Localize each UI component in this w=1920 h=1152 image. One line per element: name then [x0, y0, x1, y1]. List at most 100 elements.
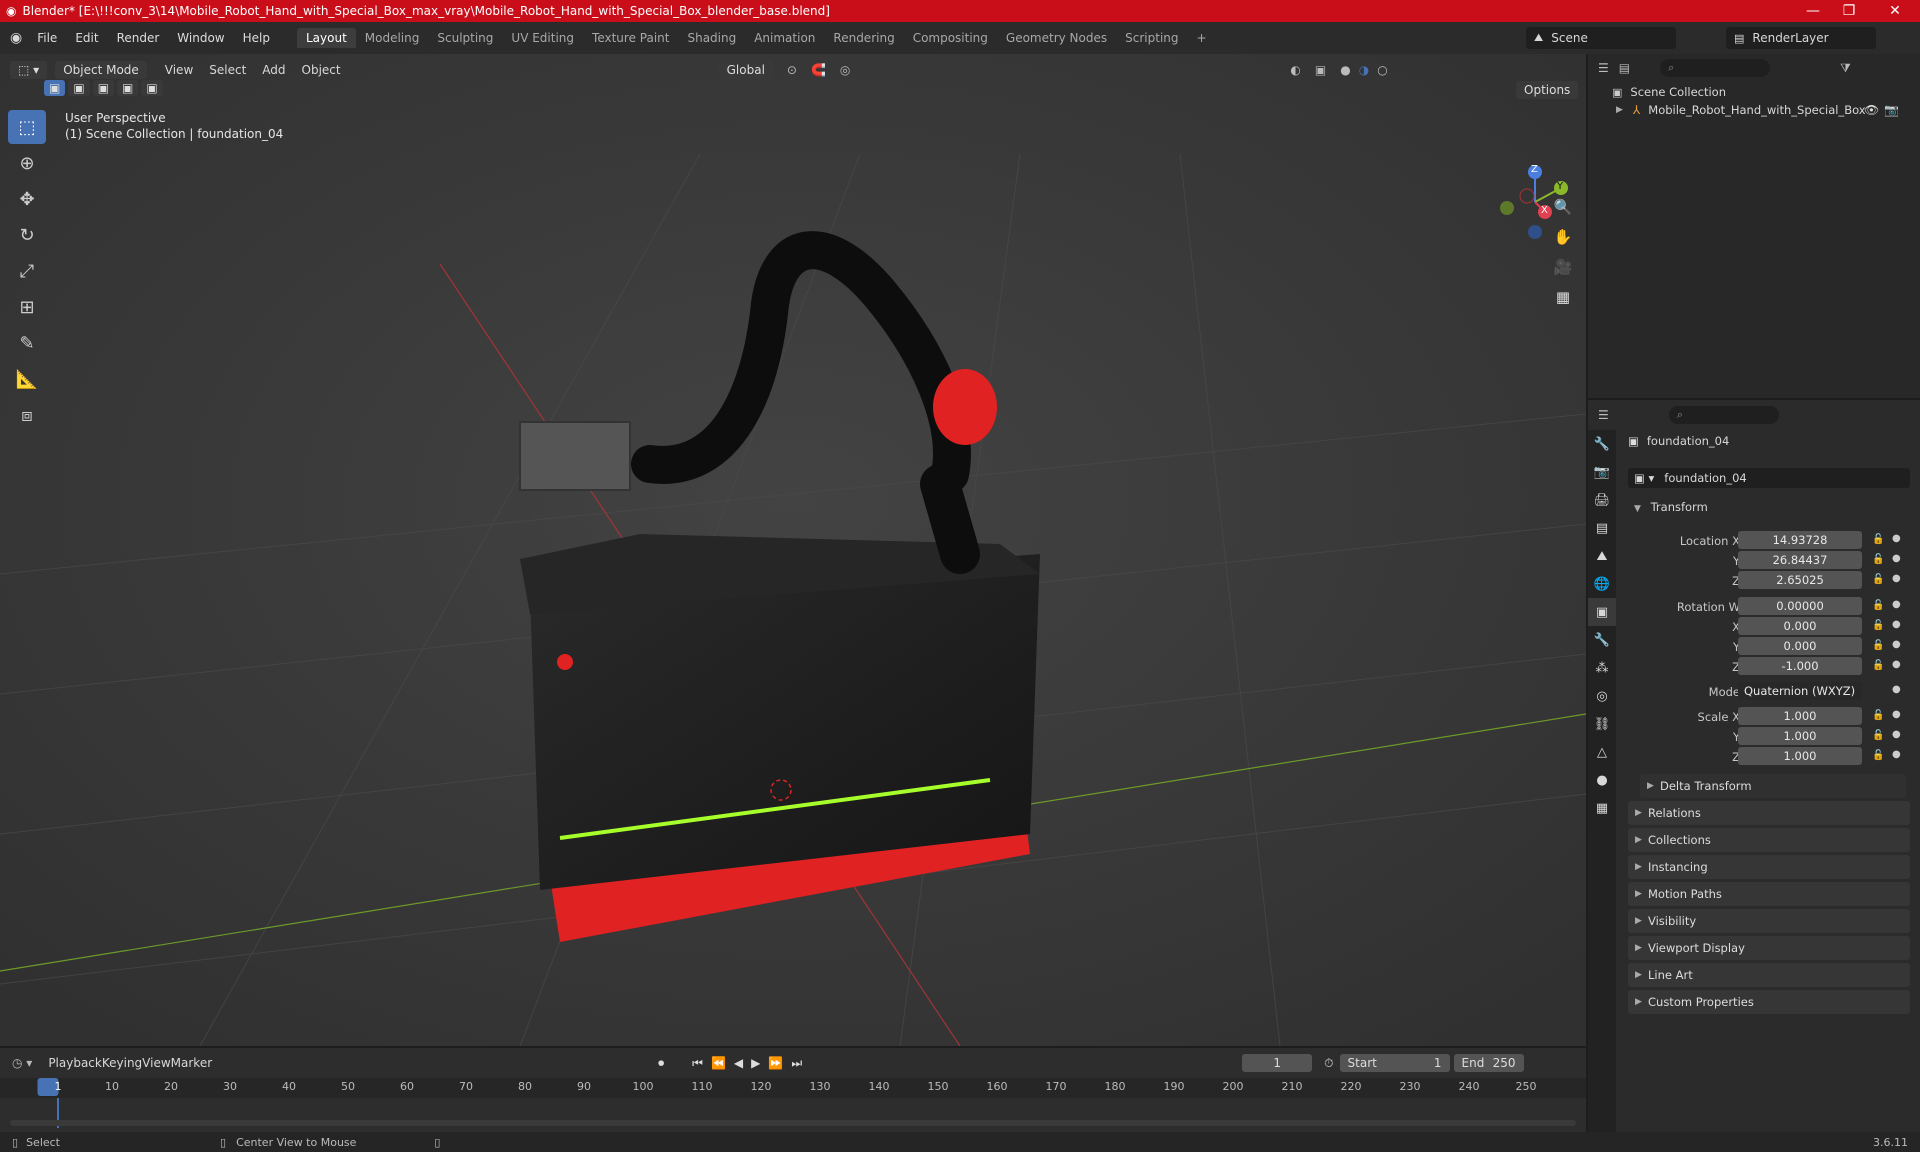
properties-editor-icon[interactable]: ☰ — [1598, 408, 1609, 422]
scale-x-field[interactable]: 1.000 — [1738, 707, 1862, 725]
tool-tab-icon[interactable]: 🔧 — [1588, 430, 1616, 458]
line-art-panel[interactable]: ▶ Line Art — [1628, 963, 1910, 987]
rotation-x-field[interactable]: 0.000 — [1738, 617, 1862, 635]
overlay-icon[interactable]: ◐ — [1290, 63, 1300, 77]
viewport-menu-select[interactable]: Select — [201, 63, 254, 77]
rotate-tool[interactable]: ↻ — [8, 218, 46, 252]
ortho-grid-icon[interactable]: ▦ — [1550, 284, 1576, 310]
transform-panel-header[interactable]: ▼ Transform — [1628, 500, 1708, 514]
3d-viewport[interactable]: ⬚ ▾ Object Mode View Select Add Object G… — [0, 54, 1586, 1046]
filter-icon[interactable]: ⧩ — [1840, 61, 1851, 76]
tab-texture-paint[interactable]: Texture Paint — [583, 28, 678, 48]
play-icon[interactable]: ▶ — [751, 1056, 760, 1070]
editor-type-button[interactable]: ⬚ ▾ — [10, 61, 48, 79]
tab-uv-editing[interactable]: UV Editing — [502, 28, 583, 48]
select-intersect-icon[interactable]: ▣ — [141, 80, 163, 96]
add-cube-tool[interactable]: ⧈ — [8, 398, 46, 432]
tab-layout[interactable]: Layout — [296, 28, 356, 48]
timeline-menu-playback[interactable]: Playback — [48, 1056, 102, 1070]
menu-help[interactable]: Help — [234, 31, 279, 45]
texture-tab-icon[interactable]: ▦ — [1588, 794, 1616, 822]
delta-transform-subpanel[interactable]: ▶ Delta Transform — [1640, 774, 1906, 798]
properties-search-input[interactable]: ⌕ — [1668, 406, 1779, 424]
lock-icon[interactable]: 🔓 — [1872, 730, 1884, 741]
tab-shading[interactable]: Shading — [678, 28, 745, 48]
lock-icon[interactable]: 🔓 — [1872, 660, 1884, 671]
camera-view-icon[interactable]: 🎥 — [1550, 254, 1576, 280]
timeline-scrollbar[interactable] — [10, 1120, 1576, 1126]
outliner-root[interactable]: ▣ Scene Collection — [1612, 85, 1726, 99]
menu-render[interactable]: Render — [108, 31, 169, 45]
lock-icon[interactable]: 🔓 — [1872, 574, 1884, 585]
lock-icon[interactable]: 🔓 — [1872, 600, 1884, 611]
proportional-edit-icon[interactable]: ◎ — [840, 63, 850, 77]
jump-start-icon[interactable]: ⏮ — [692, 1056, 703, 1071]
scale-z-field[interactable]: 1.000 — [1738, 747, 1862, 765]
record-icon[interactable]: ⏺ — [658, 1056, 664, 1071]
world-tab-icon[interactable]: 🌐 — [1588, 570, 1616, 598]
cursor-tool[interactable]: ⊕ — [8, 146, 46, 180]
pan-hand-icon[interactable]: ✋ — [1550, 224, 1576, 250]
snap-icon[interactable]: 🧲 — [811, 63, 826, 77]
lock-icon[interactable]: 🔓 — [1872, 750, 1884, 761]
timeline-menu-marker[interactable]: Marker — [171, 1056, 212, 1070]
measure-tool[interactable]: 📐 — [8, 362, 46, 396]
transform-orientation-dropdown[interactable]: Global — [718, 61, 773, 79]
keyframe-dot-icon[interactable]: ● — [1892, 599, 1901, 610]
rotation-mode-dropdown[interactable]: Quaternion (WXYZ) — [1738, 682, 1862, 700]
material-tab-icon[interactable]: ● — [1588, 766, 1616, 794]
tab-animation[interactable]: Animation — [745, 28, 824, 48]
keyframe-dot-icon[interactable]: ● — [1892, 553, 1901, 564]
object-tab-icon[interactable]: ▣ — [1588, 598, 1616, 626]
lock-icon[interactable]: 🔓 — [1872, 710, 1884, 721]
jump-end-icon[interactable]: ⏭ — [791, 1056, 802, 1071]
current-frame-field[interactable]: 1 — [1242, 1054, 1313, 1072]
timeline-ruler[interactable]: 1 10 20 30 40 50 60 70 80 90 100 110 120… — [0, 1078, 1586, 1098]
keyframe-dot-icon[interactable]: ● — [1892, 533, 1901, 544]
outliner-search-input[interactable]: ⌕ — [1660, 59, 1771, 77]
lock-icon[interactable]: 🔓 — [1872, 554, 1884, 565]
rotation-y-field[interactable]: 0.000 — [1738, 637, 1862, 655]
visibility-eye-icon[interactable]: 👁 — [1864, 103, 1879, 117]
data-tab-icon[interactable]: △ — [1588, 738, 1616, 766]
menu-file[interactable]: File — [28, 31, 66, 45]
constraints-tab-icon[interactable]: ⛓ — [1588, 710, 1616, 738]
menu-window[interactable]: Window — [168, 31, 233, 45]
output-tab-icon[interactable]: 🖨 — [1588, 486, 1616, 514]
location-z-field[interactable]: 2.65025 — [1738, 571, 1862, 589]
move-tool[interactable]: ✥ — [8, 182, 46, 216]
close-button[interactable]: ✕ — [1872, 0, 1918, 22]
outliner-editor-icon[interactable]: ☰ — [1598, 61, 1609, 75]
shading-solid-icon[interactable]: ● — [1340, 63, 1350, 77]
outliner-item[interactable]: ▶ ⅄ Mobile_Robot_Hand_with_Special_Box 👁… — [1616, 103, 1916, 117]
viewport-display-panel[interactable]: ▶ Viewport Display — [1628, 936, 1910, 960]
zoom-icon[interactable]: 🔍 — [1550, 194, 1576, 220]
keyframe-dot-icon[interactable]: ● — [1892, 573, 1901, 584]
keyframe-dot-icon[interactable]: ● — [1892, 684, 1901, 695]
transform-tool[interactable]: ⊞ — [8, 290, 46, 324]
end-frame-field[interactable]: End 250 — [1453, 1054, 1524, 1072]
collections-panel[interactable]: ▶ Collections — [1628, 828, 1910, 852]
tab-compositing[interactable]: Compositing — [904, 28, 997, 48]
start-frame-field[interactable]: Start 1 — [1339, 1054, 1450, 1072]
instancing-panel[interactable]: ▶ Instancing — [1628, 855, 1910, 879]
next-keyframe-icon[interactable]: ⏩ — [768, 1056, 783, 1070]
location-x-field[interactable]: 14.93728 — [1738, 531, 1862, 549]
lock-icon[interactable]: 🔓 — [1872, 620, 1884, 631]
tab-scripting[interactable]: Scripting — [1116, 28, 1187, 48]
lock-icon[interactable]: 🔓 — [1872, 534, 1884, 545]
object-name-field[interactable]: ▣ ▾ foundation_04 — [1628, 468, 1910, 488]
scale-tool[interactable]: ⤢ — [8, 254, 46, 288]
blender-menu-icon[interactable]: ◉ — [10, 30, 22, 46]
view-layer-selector[interactable]: ▤ RenderLayer — [1726, 27, 1876, 49]
shading-rendered-icon[interactable]: ○ — [1377, 63, 1387, 77]
modifier-tab-icon[interactable]: 🔧 — [1588, 626, 1616, 654]
select-box-tool[interactable]: ⬚ — [8, 110, 46, 144]
render-camera-icon[interactable]: 📷 — [1884, 103, 1899, 117]
location-y-field[interactable]: 26.84437 — [1738, 551, 1862, 569]
rotation-w-field[interactable]: 0.00000 — [1738, 597, 1862, 615]
particles-tab-icon[interactable]: ⁂ — [1588, 654, 1616, 682]
scale-y-field[interactable]: 1.000 — [1738, 727, 1862, 745]
prev-keyframe-icon[interactable]: ⏪ — [711, 1056, 726, 1070]
tab-geometry-nodes[interactable]: Geometry Nodes — [997, 28, 1116, 48]
